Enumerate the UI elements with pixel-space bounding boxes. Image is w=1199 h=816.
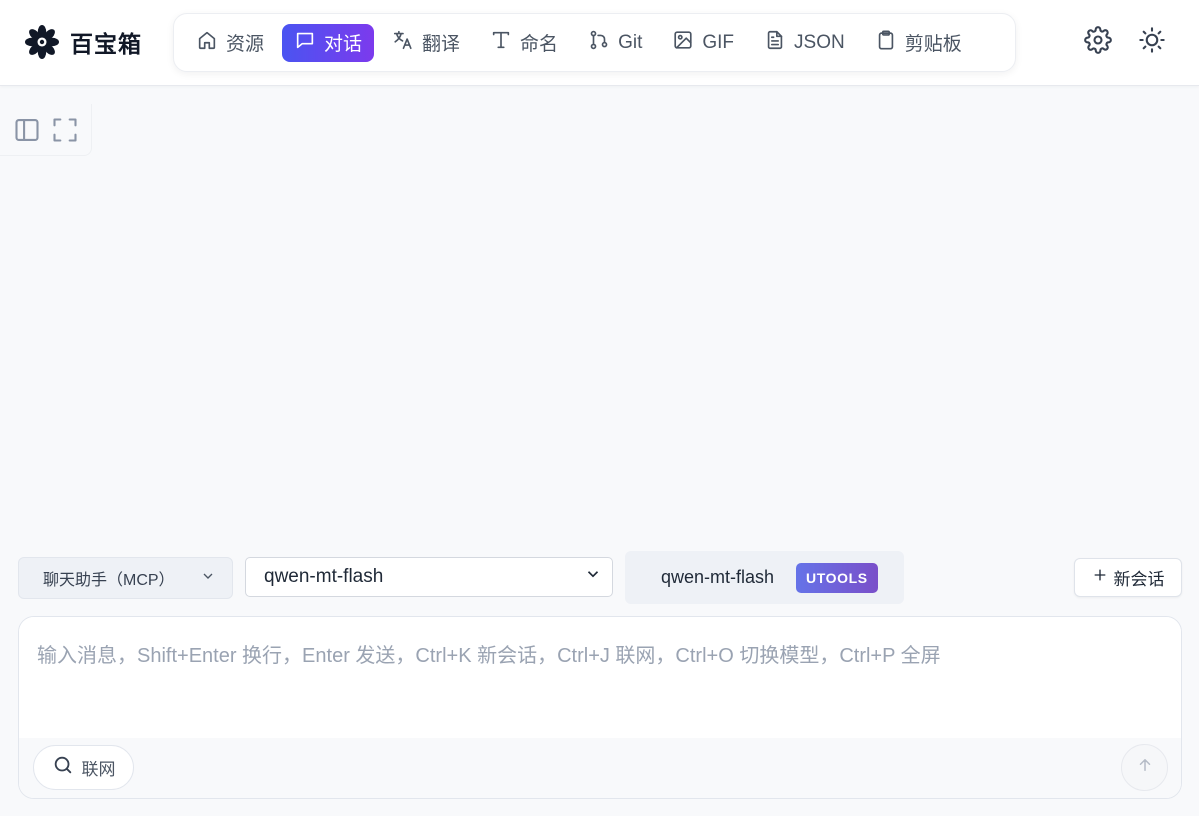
- model-select[interactable]: qwen-mt-flash: [245, 557, 613, 597]
- sun-icon: [1138, 26, 1166, 59]
- theme-toggle-button[interactable]: [1136, 26, 1168, 58]
- nav-item-git[interactable]: Git: [576, 24, 654, 62]
- arrow-up-icon: [1136, 756, 1154, 779]
- flower-logo-icon: [24, 24, 60, 60]
- gear-icon: [1084, 25, 1112, 59]
- app-name: 百宝箱: [70, 31, 142, 57]
- app-header: 百宝箱 资源 对话 翻译 命名 Git GIF JSON 剪贴板: [0, 0, 1199, 86]
- fullscreen-icon[interactable]: [50, 115, 80, 145]
- search-icon: [52, 754, 74, 781]
- text-icon: [490, 29, 512, 57]
- settings-button[interactable]: [1082, 25, 1114, 59]
- nav-item-label: Git: [618, 31, 643, 53]
- provider-badge: UTOOLS: [796, 562, 878, 593]
- nav-item-gif[interactable]: GIF: [660, 24, 746, 62]
- translate-icon: [392, 29, 414, 57]
- nav-item-translate[interactable]: 翻译: [380, 24, 472, 62]
- model-select-value: qwen-mt-flash: [264, 566, 384, 587]
- web-search-label: 联网: [81, 760, 116, 779]
- nav-item-label: 对话: [324, 34, 363, 55]
- new-chat-button[interactable]: 新会话: [1074, 558, 1182, 597]
- nav-item-resources[interactable]: 资源: [184, 24, 276, 62]
- current-model-tag: qwen-mt-flash UTOOLS: [625, 551, 904, 604]
- sidebar-toggle-icon[interactable]: [12, 115, 42, 145]
- nav-item-json[interactable]: JSON: [752, 24, 857, 62]
- nav-item-label: JSON: [794, 31, 845, 53]
- image-icon: [672, 29, 694, 57]
- nav-item-label: 翻译: [422, 34, 461, 55]
- chevron-down-icon: [584, 565, 602, 589]
- nav-item-clipboard[interactable]: 剪贴板: [863, 24, 974, 62]
- message-input[interactable]: [19, 617, 1181, 738]
- new-chat-label: 新会话: [1113, 570, 1165, 589]
- file-text-icon: [764, 29, 786, 57]
- send-button[interactable]: [1121, 744, 1168, 791]
- chat-toolbar: [0, 104, 92, 156]
- main-nav: 资源 对话 翻译 命名 Git GIF JSON 剪贴板: [173, 13, 1016, 72]
- nav-item-naming[interactable]: 命名: [478, 24, 570, 62]
- nav-item-label: GIF: [702, 31, 735, 53]
- git-branch-icon: [588, 29, 610, 57]
- assistant-select[interactable]: 聊天助手（MCP）: [18, 557, 233, 599]
- clipboard-icon: [875, 29, 897, 57]
- composer-footer: 联网: [19, 738, 1181, 798]
- assistant-select-value: 聊天助手（MCP）: [43, 572, 175, 589]
- chat-icon: [294, 29, 316, 57]
- nav-item-label: 剪贴板: [904, 34, 962, 55]
- nav-item-label: 资源: [226, 34, 265, 55]
- chevron-down-icon: [200, 568, 216, 589]
- message-composer: 联网: [18, 616, 1182, 799]
- home-icon: [196, 29, 218, 57]
- nav-item-chat[interactable]: 对话: [282, 23, 375, 62]
- brand[interactable]: 百宝箱: [24, 24, 142, 60]
- web-search-toggle[interactable]: 联网: [33, 745, 134, 790]
- nav-item-label: 命名: [520, 34, 559, 55]
- plus-icon: [1092, 567, 1108, 588]
- model-tag-name: qwen-mt-flash: [661, 567, 775, 587]
